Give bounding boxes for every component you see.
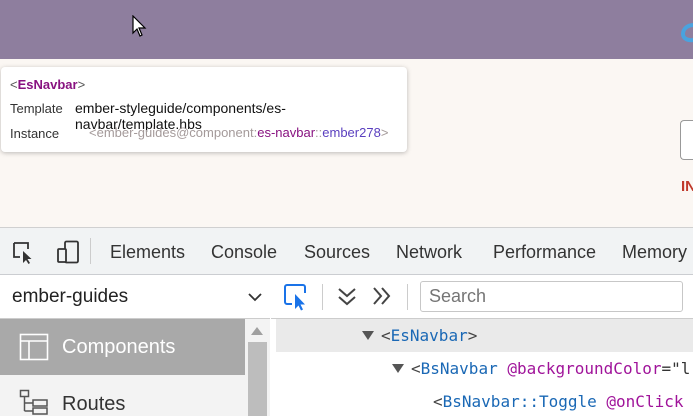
routes-icon <box>19 389 48 415</box>
device-toolbar-icon[interactable] <box>56 240 80 264</box>
tree-row[interactable]: <EsNavbar> <box>381 326 477 345</box>
tree-row-selected[interactable] <box>276 319 693 352</box>
toolbar-divider <box>407 284 408 310</box>
expand-toggle-icon[interactable] <box>362 331 374 340</box>
pick-component-icon[interactable] <box>283 283 311 311</box>
tooltip-instance-label: Instance <box>10 126 60 141</box>
page-partial-text: IN <box>681 178 693 195</box>
collapse-all-icon[interactable] <box>336 285 358 307</box>
chevron-down-icon[interactable] <box>248 290 262 304</box>
scroll-up-arrow-icon[interactable] <box>251 326 263 336</box>
site-header <box>0 0 693 59</box>
tooltip-instance-value: <ember-guides@component:es-navbar::ember… <box>89 125 389 140</box>
toolbar-divider <box>322 284 323 310</box>
component-tooltip: <EsNavbar> Template ember-styleguide/com… <box>1 67 407 152</box>
search-input[interactable] <box>420 281 683 312</box>
tab-performance[interactable]: Performance <box>493 242 596 263</box>
tree-row[interactable]: <BsNavbar @backgroundColor="l <box>411 359 690 378</box>
element-picker-icon[interactable] <box>11 240 35 264</box>
tab-console[interactable]: Console <box>211 242 277 263</box>
tooltip-template-label: Template <box>10 101 63 116</box>
scrollbar-thumb[interactable] <box>248 342 267 416</box>
mouse-cursor-icon <box>132 15 147 37</box>
sidebar-item-routes[interactable]: Routes <box>62 393 125 416</box>
components-icon <box>19 333 49 361</box>
tab-network[interactable]: Network <box>396 242 462 263</box>
tree-row[interactable]: <BsNavbar::Toggle @onClick <box>433 392 683 411</box>
tab-sources[interactable]: Sources <box>304 242 370 263</box>
expand-all-icon[interactable] <box>371 285 393 307</box>
tab-memory[interactable]: Memory <box>622 242 687 263</box>
tooltip-component-name: <EsNavbar> <box>10 77 86 92</box>
expand-toggle-icon[interactable] <box>392 364 404 373</box>
tab-elements[interactable]: Elements <box>110 242 185 263</box>
tab-divider <box>90 238 91 264</box>
app-select-value: ember-guides <box>12 286 129 307</box>
sidebar-item-label: Components <box>62 336 176 358</box>
logo-icon[interactable] <box>680 22 693 44</box>
page-search-input[interactable] <box>680 120 693 160</box>
